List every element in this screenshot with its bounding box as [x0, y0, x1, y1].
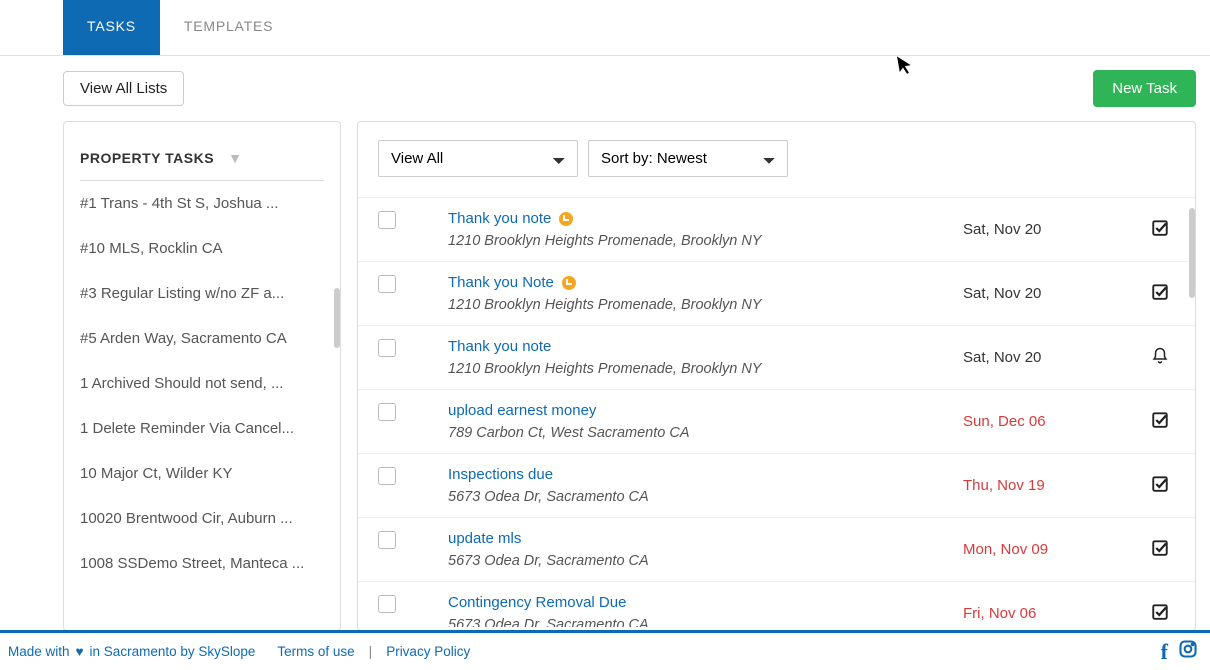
- task-title[interactable]: Contingency Removal Due: [448, 594, 951, 611]
- task-title[interactable]: Thank you Note: [448, 274, 951, 291]
- clock-icon: [562, 276, 576, 290]
- task-address: 1210 Brooklyn Heights Promenade, Brookly…: [448, 233, 951, 249]
- task-date: Sat, Nov 20: [963, 221, 1133, 238]
- task-address: 1210 Brooklyn Heights Promenade, Brookly…: [448, 361, 951, 377]
- task-main: update mls 5673 Odea Dr, Sacramento CA: [448, 530, 951, 569]
- task-row: update mls 5673 Odea Dr, Sacramento CA Mon…: [358, 518, 1195, 582]
- task-list[interactable]: Thank you note 1210 Brooklyn Heights Prom…: [358, 197, 1195, 627]
- task-address: 5673 Odea Dr, Sacramento CA: [448, 489, 951, 505]
- footer-separator: |: [369, 644, 373, 659]
- new-task-button[interactable]: New Task: [1093, 70, 1196, 107]
- task-main: Thank you note 1210 Brooklyn Heights Prom…: [448, 338, 951, 377]
- property-tasks-sidebar: PROPERTY TASKS ▼ #1 Trans - 4th St S, Jo…: [63, 121, 341, 631]
- sort-select[interactable]: Sort by: Newest: [588, 140, 788, 177]
- tasks-panel: View All Sort by: Newest Thank you note 1…: [357, 121, 1196, 631]
- view-filter-select[interactable]: View All: [378, 140, 578, 177]
- view-all-lists-button[interactable]: View All Lists: [63, 71, 184, 106]
- task-checkbox[interactable]: [378, 211, 396, 229]
- task-title[interactable]: update mls: [448, 530, 951, 547]
- task-address: 5673 Odea Dr, Sacramento CA: [448, 617, 951, 627]
- filters-row: View All Sort by: Newest: [358, 140, 1195, 197]
- sidebar-item[interactable]: #1 Trans - 4th St S, Joshua ...: [80, 181, 324, 226]
- facebook-icon[interactable]: f: [1161, 639, 1168, 665]
- task-title-text: Inspections due: [448, 466, 553, 483]
- task-title[interactable]: upload earnest money: [448, 402, 951, 419]
- clock-icon: [559, 212, 573, 226]
- sidebar-item[interactable]: #5 Arden Way, Sacramento CA: [80, 316, 324, 361]
- sidebar-header[interactable]: PROPERTY TASKS ▼: [80, 122, 324, 181]
- task-checkbox[interactable]: [378, 339, 396, 357]
- tabs-row: TASKS TEMPLATES: [0, 0, 1210, 56]
- toolbar: View All Lists New Task: [0, 56, 1210, 121]
- task-row: upload earnest money 789 Carbon Ct, West …: [358, 390, 1195, 454]
- task-title-text: Thank you Note: [448, 274, 554, 291]
- sidebar-item[interactable]: 1 Archived Should not send, ...: [80, 361, 324, 406]
- task-address: 5673 Odea Dr, Sacramento CA: [448, 553, 951, 569]
- task-main: Thank you note 1210 Brooklyn Heights Prom…: [448, 210, 951, 249]
- sidebar-item[interactable]: 10020 Brentwood Cir, Auburn ...: [80, 496, 324, 541]
- task-address: 789 Carbon Ct, West Sacramento CA: [448, 425, 951, 441]
- check-square-icon[interactable]: [1145, 283, 1175, 304]
- task-checkbox[interactable]: [378, 595, 396, 613]
- tasks-scrollbar[interactable]: [1189, 208, 1195, 298]
- task-date: Thu, Nov 19: [963, 477, 1133, 494]
- main-content: PROPERTY TASKS ▼ #1 Trans - 4th St S, Jo…: [0, 121, 1210, 631]
- terms-link[interactable]: Terms of use: [277, 644, 354, 659]
- sidebar-item[interactable]: #3 Regular Listing w/no ZF a...: [80, 271, 324, 316]
- task-row: Contingency Removal Due 5673 Odea Dr, Sac…: [358, 582, 1195, 627]
- task-date: Mon, Nov 09: [963, 541, 1133, 558]
- task-title[interactable]: Thank you note: [448, 210, 951, 227]
- task-main: Thank you Note 1210 Brooklyn Heights Prom…: [448, 274, 951, 313]
- check-square-icon[interactable]: [1145, 603, 1175, 624]
- bell-icon[interactable]: [1145, 347, 1175, 368]
- check-square-icon[interactable]: [1145, 475, 1175, 496]
- sidebar-item[interactable]: 1008 SSDemo Street, Manteca ...: [80, 541, 324, 586]
- tab-tasks[interactable]: TASKS: [63, 0, 160, 55]
- task-row: Thank you Note 1210 Brooklyn Heights Prom…: [358, 262, 1195, 326]
- check-square-icon[interactable]: [1145, 219, 1175, 240]
- task-date: Sun, Dec 06: [963, 413, 1133, 430]
- chevron-down-icon: ▼: [228, 150, 242, 166]
- task-checkbox[interactable]: [378, 275, 396, 293]
- task-main: Contingency Removal Due 5673 Odea Dr, Sac…: [448, 594, 951, 627]
- task-checkbox[interactable]: [378, 403, 396, 421]
- task-title-text: Contingency Removal Due: [448, 594, 626, 611]
- privacy-link[interactable]: Privacy Policy: [386, 644, 470, 659]
- task-title-text: Thank you note: [448, 338, 551, 355]
- sidebar-title: PROPERTY TASKS: [80, 150, 214, 166]
- task-main: upload earnest money 789 Carbon Ct, West …: [448, 402, 951, 441]
- footer-made-suffix: in Sacramento by SkySlope: [90, 644, 256, 659]
- footer-made-prefix: Made with: [8, 644, 70, 659]
- footer: Made with ♥ in Sacramento by SkySlope Te…: [0, 630, 1210, 670]
- task-address: 1210 Brooklyn Heights Promenade, Brookly…: [448, 297, 951, 313]
- sidebar-item[interactable]: 10 Major Ct, Wilder KY: [80, 451, 324, 496]
- tab-templates[interactable]: TEMPLATES: [160, 0, 297, 55]
- task-title-text: Thank you note: [448, 210, 551, 227]
- task-checkbox[interactable]: [378, 531, 396, 549]
- task-date: Sat, Nov 20: [963, 349, 1133, 366]
- task-title-text: update mls: [448, 530, 521, 547]
- check-square-icon[interactable]: [1145, 411, 1175, 432]
- task-main: Inspections due 5673 Odea Dr, Sacramento …: [448, 466, 951, 505]
- task-title[interactable]: Thank you note: [448, 338, 951, 355]
- task-row: Thank you note 1210 Brooklyn Heights Prom…: [358, 326, 1195, 390]
- task-date: Sat, Nov 20: [963, 285, 1133, 302]
- task-checkbox[interactable]: [378, 467, 396, 485]
- instagram-icon[interactable]: [1178, 639, 1198, 665]
- task-row: Thank you note 1210 Brooklyn Heights Prom…: [358, 197, 1195, 262]
- sidebar-item[interactable]: #10 MLS, Rocklin CA: [80, 226, 324, 271]
- task-date: Fri, Nov 06: [963, 605, 1133, 622]
- task-title[interactable]: Inspections due: [448, 466, 951, 483]
- task-row: Inspections due 5673 Odea Dr, Sacramento …: [358, 454, 1195, 518]
- check-square-icon[interactable]: [1145, 539, 1175, 560]
- heart-icon: ♥: [76, 644, 84, 659]
- sidebar-scrollbar[interactable]: [334, 288, 340, 348]
- task-title-text: upload earnest money: [448, 402, 596, 419]
- sidebar-item[interactable]: 1 Delete Reminder Via Cancel...: [80, 406, 324, 451]
